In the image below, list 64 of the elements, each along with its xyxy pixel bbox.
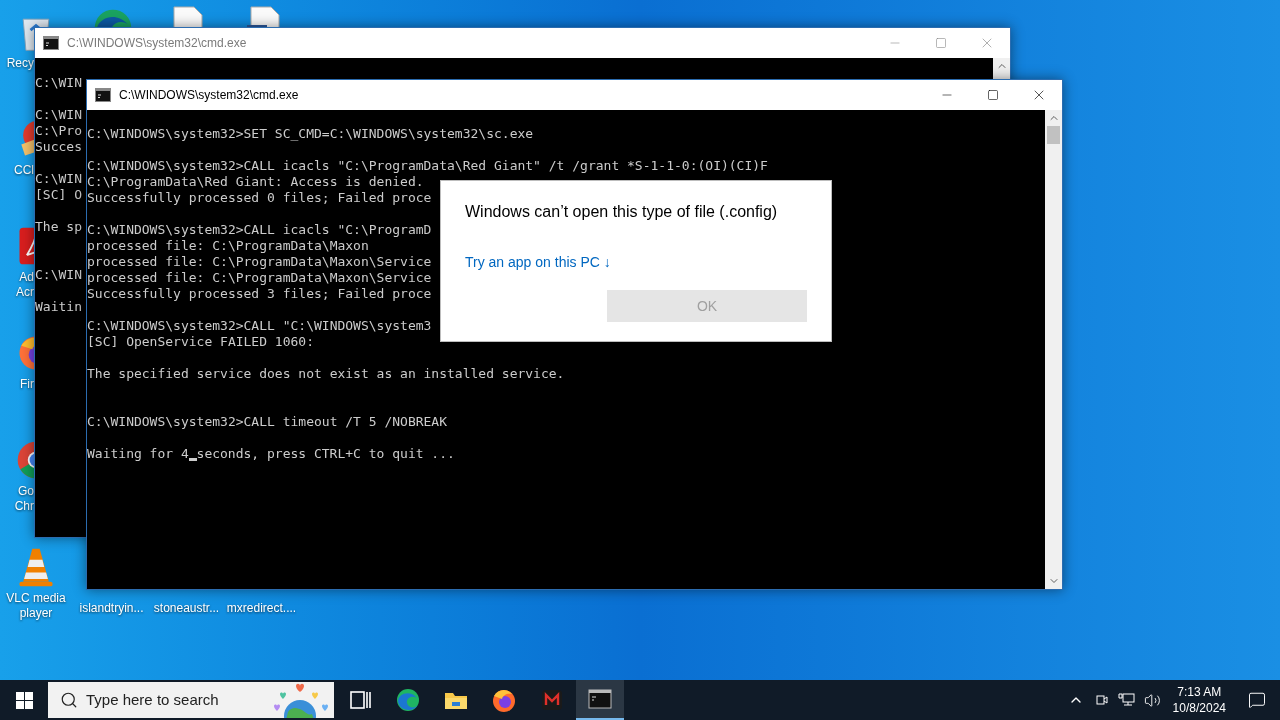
icon-label[interactable]: Acr [16,285,34,300]
clock-date: 10/8/2024 [1172,700,1226,716]
maximize-icon [987,89,999,101]
terminal-icon [587,686,613,712]
console-line: Waitin [35,299,82,315]
icon-label[interactable]: stoneaustr... [153,599,220,617]
console-line: [SC] O [35,187,82,203]
console-line: Successfully processed 0 files; Failed proce [87,190,432,206]
console-line: C:\WINDOWS\system32>SET SC_CMD=C:\WINDOWS\system32\sc.exe [87,126,534,142]
scrollbar-thumb[interactable] [1047,126,1060,144]
try-app-link[interactable]: Try an app on this PC ↓ [465,252,611,273]
console-line: processed file: C:\ProgramData\Maxon\Service [87,270,432,286]
icon-label[interactable]: mxredirect.... [226,599,297,617]
clock-time: 7:13 AM [1177,684,1222,700]
icon-label[interactable]: VLC media [6,591,66,606]
icon-label[interactable]: Fir [20,377,34,392]
console-line: C:\WIN [35,75,82,91]
icon-label[interactable]: player [19,606,53,621]
console-line: seconds, press CTRL+C to quit ... [196,446,455,462]
console-line: C:\WINDOWS\system32>CALL icacls "C:\ProgramData\Red Giant" /t /grant *S-1-1-0:(OI)(CI)F [87,158,768,174]
console-line: C:\WINDOWS\system32>CALL timeout /T 5 /NOBREAK [87,414,448,430]
window-title: C:\WINDOWS\system32\cmd.exe [119,87,299,104]
scrollbar[interactable] [993,58,1010,79]
console-line: [SC] OpenService FAILED 1060: [87,334,314,350]
terminal-icon [43,36,59,50]
search-input[interactable]: Type here to search [86,688,246,712]
window-title: C:\WINDOWS\system32\cmd.exe [67,35,247,52]
console-line: C:\WIN [35,267,82,283]
icon-label[interactable]: islandtryin... [79,599,144,617]
console-line: Waiting for 4 [87,446,189,462]
console-line: C:\ProgramData\Red Giant: Access is denied. [87,174,424,190]
windows-logo-icon [15,691,33,709]
search-field[interactable]: Type here to search [48,682,334,718]
console-line: Succes [35,139,82,155]
search-icon [60,691,78,709]
console-line: The sp [35,219,82,235]
console-line: C:\WIN [35,107,82,123]
edge-icon [395,687,421,713]
console-line: C:\WINDOWS\system32>CALL icacls "C:\ProgramD [87,222,432,238]
scrollbar[interactable] [1045,110,1062,589]
notifications-icon[interactable] [1248,691,1266,709]
console-line: C:\Pro [35,123,82,139]
icon-label[interactable]: Go [18,484,34,499]
volume-icon[interactable] [1143,691,1161,709]
firefox-icon [491,687,517,713]
icon-label[interactable]: Chr [14,499,34,514]
icon-label[interactable]: Recy [6,56,34,71]
console-line: The specified service does not exist as an installed service. [87,366,565,382]
maximize-icon [935,37,947,49]
icon-label[interactable]: CCl [14,163,34,178]
clock[interactable]: 7:13 AM 10/8/2024 [1164,684,1234,716]
console-line: Successfully processed 3 files; Failed proce [87,286,432,302]
m-logo-icon [539,687,565,713]
console-line: processed file: C:\ProgramData\Maxon\Service [87,254,432,270]
icon-label[interactable]: Ad [19,270,34,285]
taskbar-app-button[interactable] [576,680,624,720]
meet-camera-icon[interactable] [1093,692,1110,708]
dialog-title: Windows can’t open this type of file (.config) [465,202,779,222]
terminal-icon [95,88,111,102]
console-line: processed file: C:\ProgramData\Maxon [87,238,369,254]
text-cursor [188,458,197,461]
console-line: C:\WIN [35,171,82,187]
network-icon[interactable] [1117,692,1136,708]
console-line: C:\WINDOWS\system32>CALL "C:\WINDOWS\system3 [87,318,432,334]
